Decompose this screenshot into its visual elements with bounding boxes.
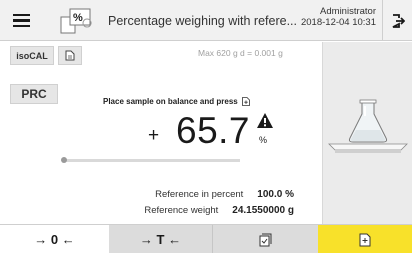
reference-weight-value: 24.1550000 g xyxy=(232,205,294,216)
reference-weight-row: Reference weight 24.1550000 g xyxy=(100,205,294,216)
user-info: Administrator 2018-12-04 10:31 xyxy=(301,6,376,28)
weight-unit: % xyxy=(259,135,268,145)
weighing-progress-bar xyxy=(63,159,240,162)
hamburger-icon xyxy=(12,13,30,17)
logout-icon xyxy=(392,13,405,28)
document-icon xyxy=(65,50,75,61)
print-document-icon xyxy=(259,233,272,246)
progress-indicator xyxy=(61,157,67,163)
prc-button[interactable]: PRC xyxy=(10,84,58,104)
isocal-button[interactable]: isoCAL xyxy=(10,46,54,65)
weighing-panel: isoCAL Max 620 g d = 0.001 g PRC Place s… xyxy=(0,42,322,224)
tare-button[interactable]: → T ← xyxy=(109,225,212,253)
zero-button[interactable]: → 0 ← xyxy=(0,225,109,253)
print-button[interactable] xyxy=(212,225,318,253)
logout-button[interactable] xyxy=(382,0,412,41)
illustration-panel xyxy=(322,42,412,224)
app-title: Percentage weighing with refere... xyxy=(108,14,297,28)
reference-percent-label: Reference in percent xyxy=(155,189,244,200)
capacity-info: Max 620 g d = 0.001 g xyxy=(198,48,283,58)
reference-weight-label: Reference weight xyxy=(144,205,219,216)
bottom-action-bar: → 0 ← → T ← xyxy=(0,224,412,253)
user-name: Administrator xyxy=(320,6,376,17)
instruction-text: Place sample on balance and press xyxy=(103,97,250,106)
instruction-label: Place sample on balance and press xyxy=(103,97,238,106)
top-bar: % Percentage weighing with refere... Adm… xyxy=(0,0,412,41)
reference-percent-value: 100.0 % xyxy=(257,189,294,200)
percent-weighing-app-icon: % xyxy=(60,8,92,34)
date-time: 2018-12-04 10:31 xyxy=(300,17,376,28)
weight-reading: 65.7 xyxy=(176,110,251,151)
flask-on-balance-icon xyxy=(328,99,408,153)
add-reference-icon xyxy=(241,97,250,106)
reference-percent-row: Reference in percent 100.0 % xyxy=(100,189,294,200)
add-document-icon xyxy=(359,233,371,246)
warning-icon xyxy=(257,113,273,128)
weighing-screen: % Percentage weighing with refere... Adm… xyxy=(0,0,412,253)
menu-button[interactable] xyxy=(0,0,42,41)
document-button[interactable] xyxy=(58,46,82,65)
app-icon-label: % xyxy=(73,12,83,24)
set-reference-button[interactable] xyxy=(318,225,412,253)
weight-sign: + xyxy=(148,125,160,146)
